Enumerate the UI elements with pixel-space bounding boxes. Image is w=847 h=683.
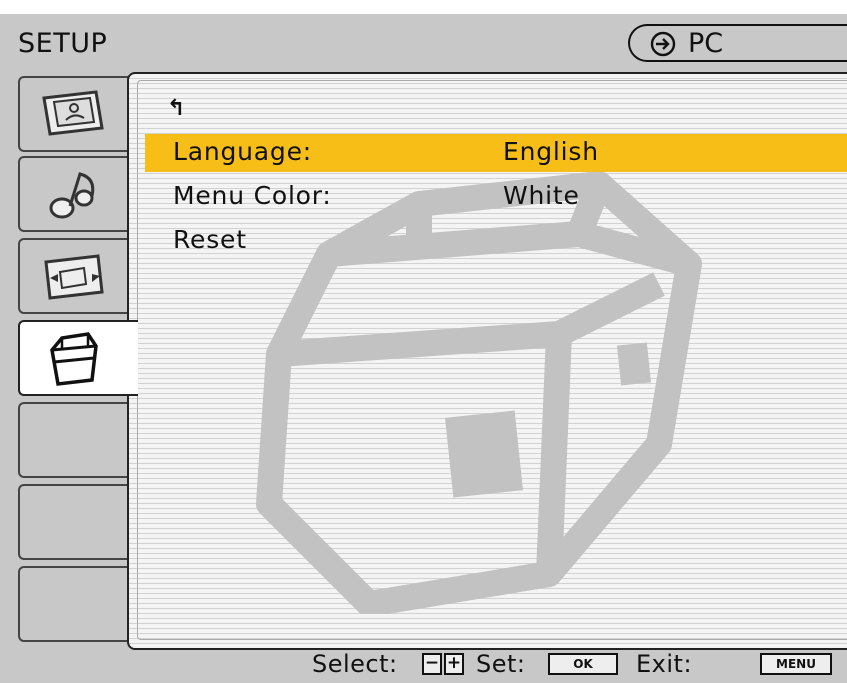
tab-empty-3: [18, 566, 128, 642]
top-edge: [0, 0, 847, 14]
ok-key: OK: [548, 653, 618, 675]
tab-picture[interactable]: [18, 76, 128, 152]
exit-hint-label: Exit:: [636, 650, 693, 678]
input-source-indicator: PC: [628, 24, 847, 62]
tab-empty-1: [18, 402, 128, 478]
setup-toolbox-icon: [50, 332, 98, 386]
input-source-label: PC: [688, 28, 724, 59]
tab-empty-2: [18, 484, 128, 560]
tab-setup[interactable]: [18, 320, 138, 396]
sound-icon: [49, 172, 95, 219]
menu-item-label: Menu Color:: [173, 181, 332, 210]
screen-icon: [44, 254, 104, 300]
osd-screen: SETUP PC ↰ Language: English Menu Color:…: [0, 0, 847, 683]
back-icon[interactable]: ↰: [167, 96, 185, 121]
menu-item-label: Reset: [173, 225, 247, 254]
page-title: SETUP: [18, 28, 108, 59]
input-arrow-icon: [650, 31, 676, 57]
minus-key: −: [422, 653, 442, 675]
menu-item-label: Language:: [173, 137, 312, 166]
menu-item-menu-color[interactable]: Menu Color: White: [145, 178, 847, 216]
plus-key: +: [444, 653, 464, 675]
menu-item-language[interactable]: Language: English: [145, 134, 847, 172]
tab-screen[interactable]: [18, 238, 128, 314]
set-hint-label: Set:: [476, 650, 526, 678]
tab-sound[interactable]: [18, 156, 128, 232]
footer-help-bar: Select: − + Set: OK Exit: MENU: [0, 650, 847, 683]
menu-item-reset[interactable]: Reset: [145, 222, 847, 260]
picture-icon: [42, 90, 104, 136]
menu-item-value: White: [503, 181, 580, 210]
menu-panel: ↰ Language: English Menu Color: White Re…: [127, 72, 847, 650]
menu-item-value: English: [503, 137, 599, 166]
menu-key: MENU: [760, 653, 832, 675]
select-hint-label: Select:: [312, 650, 398, 678]
